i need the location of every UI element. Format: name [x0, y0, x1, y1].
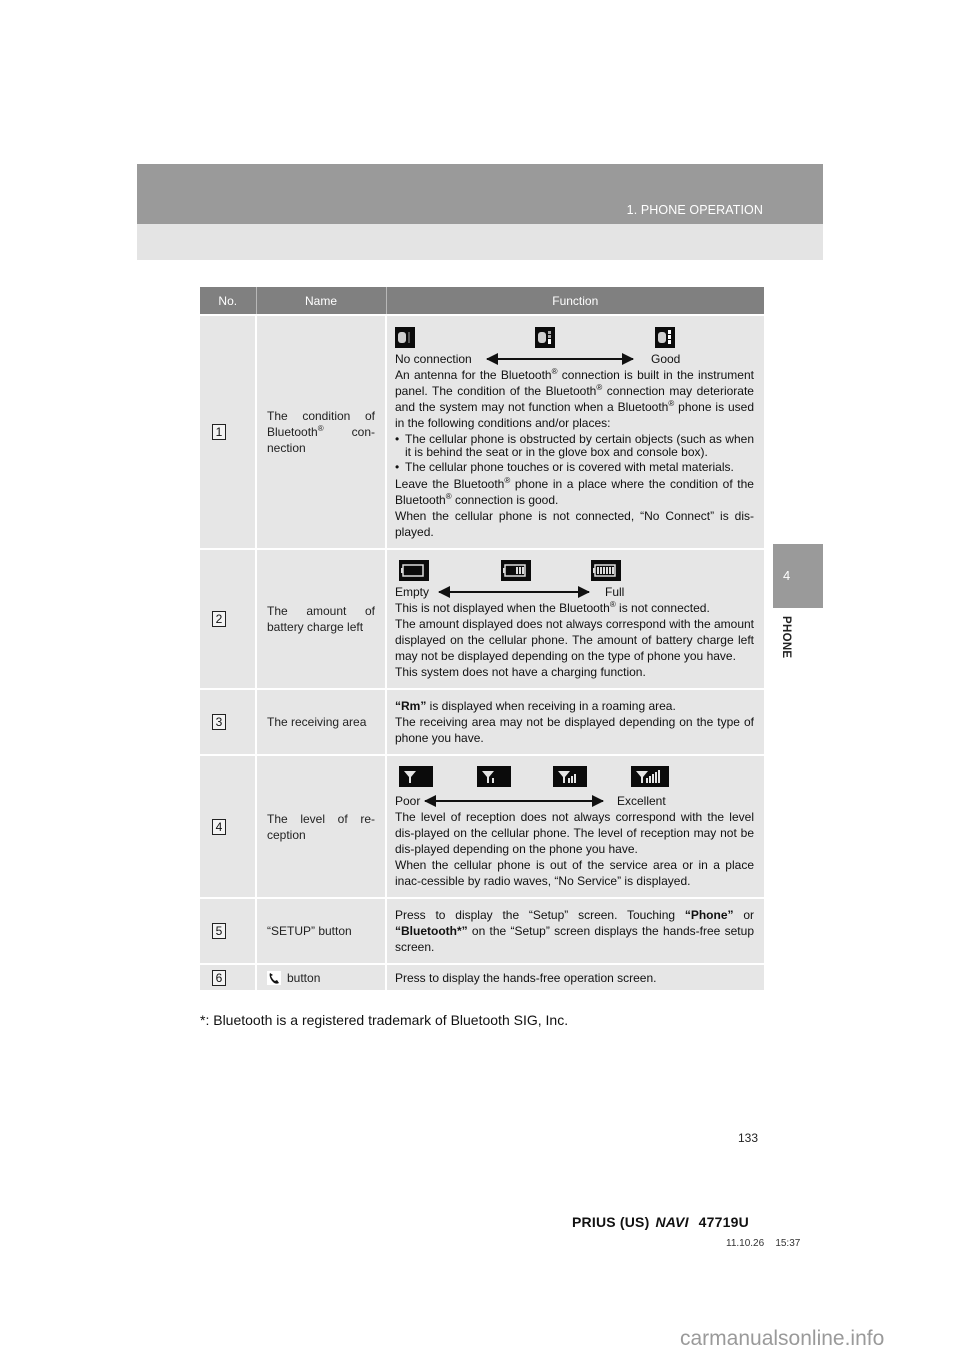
- model-code: PRIUS (US) NAVI 47719U: [572, 1214, 749, 1230]
- scale-right-label: Excellent: [617, 794, 666, 808]
- battery-icon-row: [395, 558, 754, 582]
- table-row: 1 The condition of Bluetooth® con-nectio…: [200, 314, 764, 549]
- bluetooth-icon-row: [395, 325, 754, 349]
- footnote: *: Bluetooth is a registered trademark o…: [200, 1012, 569, 1028]
- scale-right-label: Full: [605, 585, 625, 599]
- header-bar: 1. PHONE OPERATION: [137, 164, 823, 224]
- item-name: “SETUP” button: [256, 897, 387, 964]
- item-name: The condition of Bluetooth® con-nection: [256, 314, 387, 549]
- paragraph: When the cellular phone is not connected…: [395, 508, 754, 539]
- bluetooth-medium-icon: [535, 326, 555, 348]
- paragraph: When the cellular phone is out of the se…: [395, 858, 754, 888]
- table-row: 5 “SETUP” button Press to display the “S…: [200, 897, 764, 964]
- section-title: 1. PHONE OPERATION: [626, 203, 763, 217]
- item-number: 4: [212, 818, 226, 835]
- battery-full-icon: [591, 560, 621, 581]
- bluetooth-good-icon: [655, 326, 675, 348]
- signal-0-icon: [399, 766, 433, 787]
- connection-scale: No connection Good: [395, 351, 754, 367]
- paragraph: An antenna for the Bluetooth® connection…: [395, 366, 755, 430]
- paragraph: Press to display the “Setup” screen. Tou…: [395, 908, 754, 954]
- item-function: Press to display the hands-free operatio…: [386, 963, 764, 990]
- item-function: Empty Full This is not displayed when th…: [386, 548, 764, 689]
- chapter-label: PHONE: [780, 616, 792, 659]
- item-number: 3: [212, 714, 226, 730]
- scale-left-label: Poor: [395, 794, 421, 808]
- paragraph: This system does not have a charging fun…: [395, 665, 646, 679]
- item-name: The receiving area: [256, 688, 387, 755]
- signal-1-icon: [477, 766, 511, 787]
- header-subbar: [137, 224, 823, 260]
- phone-handset-icon: [267, 971, 281, 986]
- paragraph: The amount displayed does not always cor…: [395, 617, 754, 663]
- list-item: The cellular phone touches or is covered…: [395, 460, 754, 474]
- paragraph: The receiving area may not be displayed …: [395, 715, 754, 745]
- table-row: 4 The level of re-ception Poor Excellent…: [200, 754, 764, 898]
- item-number: 5: [212, 923, 226, 939]
- table-header-row: No. Name Function: [200, 287, 764, 315]
- column-header-no: No.: [200, 287, 257, 315]
- condition-list: The cellular phone is obstructed by cert…: [395, 432, 754, 474]
- signal-icon-row: [395, 764, 754, 788]
- paragraph: The level of reception does not always c…: [395, 810, 754, 856]
- column-header-function: Function: [386, 287, 764, 315]
- table-row: 6 button Press to display the hands-free…: [200, 963, 764, 990]
- item-number: 1: [212, 424, 226, 440]
- item-function: No connection Good An antenna for the Bl…: [386, 314, 764, 549]
- paragraph: “Rm” is displayed when receiving in a ro…: [395, 699, 676, 713]
- item-number: 2: [212, 611, 226, 627]
- battery-half-icon: [501, 560, 531, 581]
- double-arrow-icon: [486, 352, 634, 365]
- item-function: Press to display the “Setup” screen. Tou…: [386, 897, 764, 964]
- double-arrow-icon: [438, 586, 590, 598]
- function-table: No. Name Function 1 The condition of Blu…: [200, 287, 764, 990]
- scale-left-label: Empty: [395, 585, 430, 599]
- table-row: 2 The amount of battery charge left Empt…: [200, 548, 764, 689]
- signal-3-icon: [553, 766, 587, 787]
- bluetooth-no-connection-icon: [395, 326, 415, 348]
- chapter-tab[interactable]: 4: [773, 544, 823, 608]
- double-arrow-icon: [424, 795, 604, 807]
- reception-scale: Poor Excellent: [395, 793, 754, 809]
- scale-left-label: No connection: [395, 351, 472, 366]
- signal-5-icon: [631, 766, 669, 787]
- print-timestamp: 11.10.26 15:37: [726, 1238, 801, 1249]
- paragraph: Leave the Bluetooth® phone in a place wh…: [395, 475, 754, 507]
- item-function: “Rm” is displayed when receiving in a ro…: [386, 688, 764, 755]
- column-header-name: Name: [256, 287, 387, 315]
- item-name: The level of re-ception: [256, 754, 387, 898]
- list-item: The cellular phone is obstructed by cert…: [395, 432, 754, 459]
- table-row: 3 The receiving area “Rm” is displayed w…: [200, 688, 764, 755]
- item-number: 6: [212, 969, 226, 986]
- watermark: carmanualsonline.info: [680, 1327, 885, 1350]
- item-name: The amount of battery charge left: [256, 548, 387, 689]
- page-number: 133: [738, 1131, 759, 1145]
- scale-right-label: Good: [651, 351, 681, 366]
- battery-empty-icon: [399, 560, 429, 581]
- paragraph: This is not displayed when the Bluetooth…: [395, 600, 710, 616]
- battery-scale: Empty Full: [395, 584, 754, 600]
- chapter-number: 4: [783, 568, 791, 583]
- item-name: button: [256, 963, 387, 990]
- item-function: Poor Excellent The level of reception do…: [386, 754, 764, 898]
